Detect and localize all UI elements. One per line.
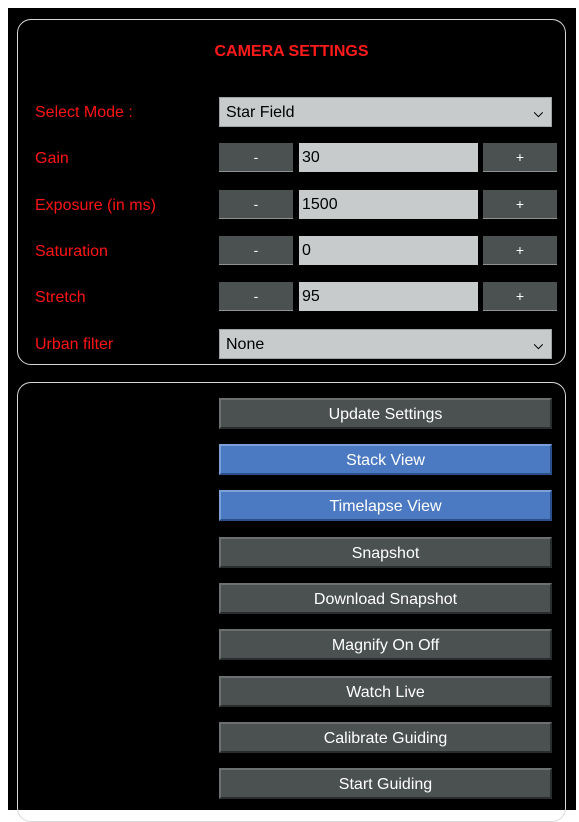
select-mode-label: Select Mode : [35,104,133,121]
exposure-increment-button[interactable]: + [483,190,557,219]
app-screen: CAMERA SETTINGS Select Mode : Star Field… [8,8,576,822]
exposure-label: Exposure (in ms) [35,197,156,214]
watch-live-button[interactable]: Watch Live [219,676,552,707]
stretch-label: Stretch [35,289,86,306]
download-snapshot-button[interactable]: Download Snapshot [219,583,552,614]
update-settings-button[interactable]: Update Settings [219,398,552,429]
saturation-input[interactable]: 0 [299,236,478,265]
timelapse-view-button[interactable]: Timelapse View [219,490,552,521]
gain-input[interactable]: 30 [299,143,478,172]
chevron-down-icon: ⌵ [533,106,543,120]
select-mode-value: Star Field [226,104,295,121]
saturation-decrement-button[interactable]: - [219,236,293,265]
select-mode-dropdown[interactable]: Star Field ⌵ [219,97,552,127]
stretch-input[interactable]: 95 [299,282,478,311]
stack-view-button[interactable]: Stack View [219,444,552,475]
magnify-on-off-button[interactable]: Magnify On Off [219,629,552,660]
urban-filter-dropdown[interactable]: None ⌵ [219,329,552,359]
snapshot-button[interactable]: Snapshot [219,537,552,568]
stretch-decrement-button[interactable]: - [219,282,293,311]
actions-panel: Update Settings Stack View Timelapse Vie… [17,382,566,822]
camera-settings-panel: CAMERA SETTINGS Select Mode : Star Field… [17,19,566,365]
chevron-down-icon: ⌵ [533,338,543,352]
saturation-label: Saturation [35,243,108,260]
camera-settings-title: CAMERA SETTINGS [214,43,369,60]
exposure-input[interactable]: 1500 [299,190,478,219]
calibrate-guiding-button[interactable]: Calibrate Guiding [219,722,552,753]
gain-increment-button[interactable]: + [483,143,557,172]
urban-filter-value: None [226,336,265,353]
exposure-decrement-button[interactable]: - [219,190,293,219]
urban-filter-label: Urban filter [35,336,114,353]
saturation-increment-button[interactable]: + [483,236,557,265]
stretch-increment-button[interactable]: + [483,282,557,311]
gain-decrement-button[interactable]: - [219,143,293,172]
start-guiding-button[interactable]: Start Guiding [219,768,552,799]
gain-label: Gain [35,150,69,167]
